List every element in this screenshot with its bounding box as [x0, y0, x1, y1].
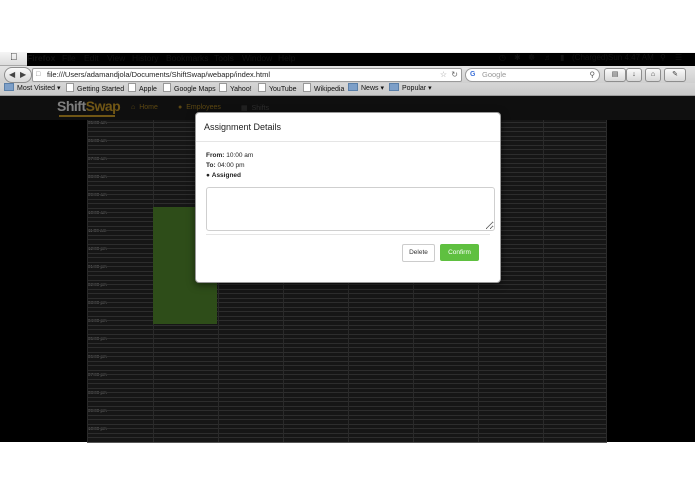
- url-text[interactable]: file:///Users/adamandjola/Documents/Shif…: [47, 69, 270, 81]
- from-label: From:: [206, 152, 225, 159]
- menu-help[interactable]: Help: [278, 53, 295, 63]
- menu-edit[interactable]: Edit: [84, 53, 99, 63]
- menu-window[interactable]: Window: [242, 53, 272, 63]
- menu-view[interactable]: View: [107, 53, 125, 63]
- battery-icon[interactable]: ▮: [560, 53, 564, 62]
- modal-body: From: 10:00 am To: 04:00 pm ● Assigned: [206, 151, 253, 181]
- screen-top-margin: [0, 0, 695, 52]
- modal-header: Assignment Details: [196, 113, 500, 142]
- menu-history[interactable]: History: [132, 53, 158, 63]
- bookmark-yahoo[interactable]: Yahoo!: [219, 83, 252, 96]
- delete-button[interactable]: Delete: [402, 244, 435, 262]
- page-icon: [303, 83, 311, 92]
- forward-arrow-icon[interactable]: ▶: [20, 68, 26, 82]
- menu-bookmarks[interactable]: Bookmarks: [166, 53, 209, 63]
- page-icon: [163, 83, 171, 92]
- modal-title: Assignment Details: [204, 122, 282, 132]
- bookmark-star-icon[interactable]: ☆: [440, 69, 447, 81]
- url-bar[interactable]: □ file:///Users/adamandjola/Documents/Sh…: [32, 68, 462, 82]
- google-search-icon[interactable]: G: [470, 69, 475, 81]
- bookmark-wikipedia[interactable]: Wikipedia: [303, 83, 344, 96]
- to-value: 04:00 pm: [217, 162, 245, 169]
- wifi-icon[interactable]: ☸: [528, 53, 535, 62]
- bookmark-youtube[interactable]: YouTube: [258, 83, 297, 96]
- bookmark-getting-started[interactable]: Getting Started: [66, 83, 124, 96]
- folder-icon: [389, 83, 399, 91]
- bookmarks-bar: Most Visited ▾ Getting Started Apple Goo…: [0, 83, 695, 96]
- download-button[interactable]: ↓: [626, 68, 642, 82]
- confirm-button[interactable]: Confirm: [440, 244, 479, 261]
- page-icon: [128, 83, 136, 92]
- search-input[interactable]: Google: [482, 69, 506, 81]
- download-icon: ↓: [632, 71, 636, 78]
- user-icon: ●: [206, 172, 210, 179]
- browser-toolbar: ◀ ▶ □ file:///Users/adamandjola/Document…: [0, 66, 695, 83]
- volume-icon[interactable]: ♬: [544, 53, 552, 62]
- notes-textarea[interactable]: [206, 187, 495, 231]
- home-button[interactable]: ⌂: [645, 68, 661, 82]
- apple-menu-icon[interactable]: : [10, 52, 18, 63]
- search-icon[interactable]: ⚲: [590, 69, 596, 81]
- back-arrow-icon[interactable]: ◀: [9, 68, 15, 82]
- reload-icon[interactable]: ↻: [451, 69, 458, 81]
- page-icon: [66, 83, 74, 92]
- window-icon: ▤: [611, 71, 619, 78]
- assignment-details-modal: Assignment Details From: 10:00 am To: 04…: [195, 112, 501, 283]
- page-icon: [258, 83, 266, 92]
- modal-divider: [206, 234, 490, 235]
- back-forward-buttons: ◀ ▶: [4, 67, 32, 83]
- search-bar[interactable]: G Google ⚲: [465, 68, 600, 82]
- folder-icon: [4, 83, 14, 91]
- to-label: To:: [206, 162, 216, 169]
- spotlight-icon[interactable]: ⚲: [660, 53, 666, 62]
- bookmark-news[interactable]: News ▾: [348, 83, 384, 95]
- from-value: 10:00 am: [226, 152, 254, 159]
- window-button[interactable]: ▤: [604, 68, 626, 82]
- mac-menubar:  Firefox File Edit View History Bookmar…: [0, 52, 695, 399]
- time-machine-icon[interactable]: ◷: [499, 53, 506, 62]
- menubar-clock[interactable]: Sun 4:47 AM: [608, 53, 654, 62]
- addon-icon: ✎: [672, 71, 678, 78]
- battery-status: (Charged): [572, 53, 609, 62]
- menu-tools[interactable]: Tools: [214, 53, 234, 63]
- home-icon: ⌂: [650, 71, 656, 78]
- bookmark-most-visited[interactable]: Most Visited ▾: [4, 83, 60, 95]
- bluetooth-icon[interactable]: ✱: [514, 53, 521, 62]
- page-icon: □: [36, 71, 41, 78]
- assigned-label: Assigned: [211, 172, 242, 179]
- bookmark-popular[interactable]: Popular ▾: [389, 83, 432, 95]
- bookmark-apple[interactable]: Apple: [128, 83, 157, 96]
- to-row: To: 04:00 pm: [206, 161, 253, 171]
- notification-icon[interactable]: ☰: [675, 53, 682, 62]
- grid-hline: [87, 442, 607, 443]
- from-row: From: 10:00 am: [206, 151, 253, 161]
- addon-button[interactable]: ✎: [664, 68, 686, 82]
- folder-icon: [348, 83, 358, 91]
- menu-file[interactable]: File: [62, 53, 76, 63]
- page-icon: [219, 83, 227, 92]
- bookmark-google-maps[interactable]: Google Maps: [163, 83, 216, 96]
- assigned-row: ● Assigned: [206, 171, 253, 181]
